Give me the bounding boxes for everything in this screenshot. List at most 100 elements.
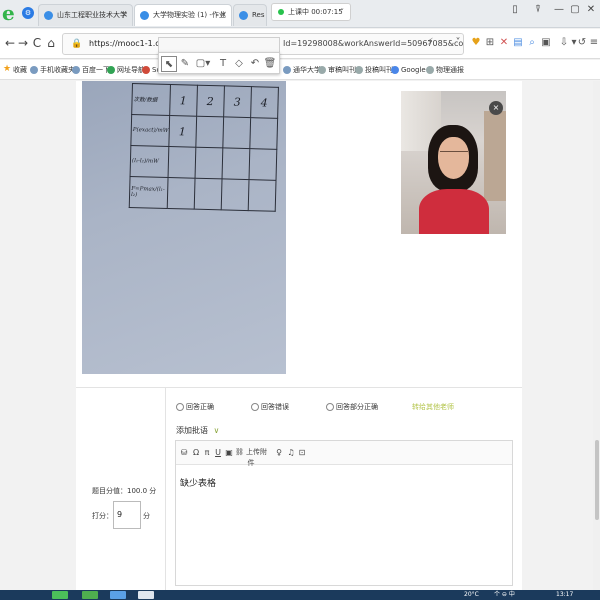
annotation-toolbar: ⬉ ✎ ▢▾ T ◇ ↶ 🗑	[158, 52, 280, 74]
radio-correct[interactable]: 回答正确	[176, 402, 214, 412]
scrollbar-thumb[interactable]	[595, 440, 599, 520]
tab-label: Res	[252, 11, 265, 19]
tab-school[interactable]: 山东工程职业技术大学 ×	[38, 4, 133, 26]
school-icon	[283, 66, 291, 74]
bookmark-mobile[interactable]: 手机收藏夹	[30, 64, 75, 76]
microphone-icon[interactable]: ♀	[274, 447, 284, 458]
table-cell	[249, 117, 278, 150]
table-cell: 次数/数据	[131, 83, 171, 116]
home-icon[interactable]: ⌂	[44, 36, 58, 50]
reader-icon[interactable]: ▤	[512, 37, 524, 49]
app-icon[interactable]	[138, 591, 154, 599]
back-icon[interactable]: ←	[3, 36, 17, 50]
wechat-icon[interactable]	[82, 591, 98, 599]
undo-icon[interactable]: ↶	[247, 56, 263, 72]
grade-input[interactable]: 9	[113, 501, 141, 529]
table-cell	[195, 116, 224, 148]
image-icon[interactable]: ▣	[224, 447, 234, 458]
taskbar: 20°C 个 ⊖ 中 13:17	[0, 590, 600, 600]
class-timer[interactable]: 上课中 00:07:15 ˅	[271, 3, 351, 21]
bookmark-label: 物理通报	[436, 66, 464, 74]
search-icon[interactable]: ⌕	[526, 37, 538, 49]
tab-res[interactable]: Res	[233, 4, 267, 26]
person-shirt	[419, 189, 489, 234]
review-icon	[318, 66, 326, 74]
add-comment-toggle[interactable]: 添加批语 ∨	[176, 426, 219, 436]
minimize-icon[interactable]: —	[552, 4, 566, 15]
eraser-icon[interactable]: ◇	[231, 56, 247, 72]
live-status-icon	[278, 9, 284, 15]
upload-attachment-button[interactable]: ⛓ 上传附件	[234, 447, 268, 467]
radio-wrong[interactable]: 回答错误	[251, 402, 289, 412]
table-cell: 1	[169, 84, 198, 117]
menu-icon[interactable]: ≡	[588, 37, 600, 49]
star-icon: ★	[3, 64, 12, 74]
close-icon[interactable]: ×	[489, 101, 503, 115]
underline-icon[interactable]: U	[213, 447, 223, 458]
bookmark-baidu[interactable]: 百度一下	[72, 64, 110, 76]
tab-close-icon[interactable]: ×	[219, 5, 227, 26]
table-cell: 1	[168, 115, 197, 148]
dropdown-icon[interactable]: ˅	[452, 37, 464, 49]
reload-icon[interactable]: C	[30, 36, 44, 50]
sidebar-toggle-icon[interactable]: ▯	[508, 4, 522, 15]
screenshot-icon[interactable]: ▣	[540, 37, 552, 49]
shape-icon[interactable]: ▢▾	[193, 56, 213, 72]
bookmark-favorites[interactable]: ★ 收藏	[3, 64, 27, 76]
pen-icon[interactable]: ✎	[177, 56, 193, 72]
bookmark-submit[interactable]: 投稿叫刊	[355, 64, 393, 76]
radio-circle-icon	[326, 403, 334, 411]
webcam-video[interactable]: ×	[401, 91, 506, 234]
timer-text: 上课中 00:07:15	[288, 8, 343, 16]
table-cell: F=Pmax/(l₁-l₂)	[129, 176, 168, 209]
favorite-icon[interactable]: ♥	[470, 37, 482, 49]
close-window-icon[interactable]: ✕	[584, 4, 598, 15]
trash-icon[interactable]: 🗑	[262, 56, 278, 72]
bookmark-label: 投稿叫刊	[365, 66, 393, 74]
bookmark-school[interactable]: 通华大学	[283, 64, 321, 76]
radio-circle-icon	[251, 403, 259, 411]
skin-icon[interactable]: ⍒	[531, 4, 545, 15]
sync-icon[interactable]: ⚙	[22, 7, 34, 19]
tab-close-icon[interactable]: ×	[120, 5, 128, 26]
bookmark-review[interactable]: 审稿叫刊	[318, 64, 356, 76]
transfer-to-teacher-link[interactable]: 转给其他老师	[412, 402, 454, 412]
table-row: 次数/数据 1 2 3 4	[131, 83, 279, 119]
bookmark-label: 通华大学	[293, 66, 321, 74]
handwritten-table: 次数/数据 1 2 3 4 P(exact)/mW 1 (l₁-l₂)/mW F…	[129, 83, 279, 212]
undo-icon[interactable]: ↺	[576, 37, 588, 49]
bookmark-nav[interactable]: 网址导航	[107, 64, 145, 76]
music-icon[interactable]: ♫	[286, 447, 296, 458]
lightning-icon[interactable]: ⚡	[424, 37, 436, 49]
text-icon[interactable]: T	[215, 56, 231, 72]
maximize-icon[interactable]: ▢	[568, 4, 582, 15]
radio-circle-icon	[176, 403, 184, 411]
scissors-icon[interactable]: ✕	[498, 37, 510, 49]
browser-logo-icon[interactable]: e	[2, 3, 20, 23]
comment-editor[interactable]: ⛁ Ω π U ▣ ⛓ 上传附件 ♀ ♫ ⊡ 缺少表格	[175, 440, 513, 586]
table-cell	[166, 177, 195, 210]
comment-text[interactable]: 缺少表格	[180, 476, 216, 489]
video-icon[interactable]: ⊡	[297, 447, 307, 458]
bookmark-physics[interactable]: 物理通报	[426, 64, 464, 76]
app-icon[interactable]	[52, 591, 68, 599]
table-cell: P(exact)/mW	[130, 114, 170, 147]
omega-icon[interactable]: Ω	[191, 447, 201, 458]
app-icon[interactable]	[110, 591, 126, 599]
tab-physics-homework[interactable]: 大学物理实验 (1) -作业 ×	[134, 4, 232, 26]
forward-icon[interactable]: →	[16, 36, 30, 50]
grid-icon[interactable]: ⊞	[484, 37, 496, 49]
bookmark-label: Google	[401, 66, 426, 74]
select-icon[interactable]: ⬉	[161, 56, 177, 72]
radio-partially-correct[interactable]: 回答部分正确	[326, 402, 378, 412]
pi-icon[interactable]: π	[202, 447, 212, 458]
table-cell	[221, 147, 250, 180]
bookmark-google[interactable]: Google	[391, 64, 426, 76]
radio-label: 回答错误	[261, 403, 289, 411]
answer-photo[interactable]: 次数/数据 1 2 3 4 P(exact)/mW 1 (l₁-l₂)/mW F…	[82, 81, 286, 374]
tray-icons[interactable]: 个 ⊖ 中	[494, 590, 515, 600]
format-brush-icon[interactable]: ⛁	[179, 447, 189, 458]
baidu-icon	[72, 66, 80, 74]
section-divider	[76, 387, 522, 388]
sci-icon	[142, 66, 150, 74]
